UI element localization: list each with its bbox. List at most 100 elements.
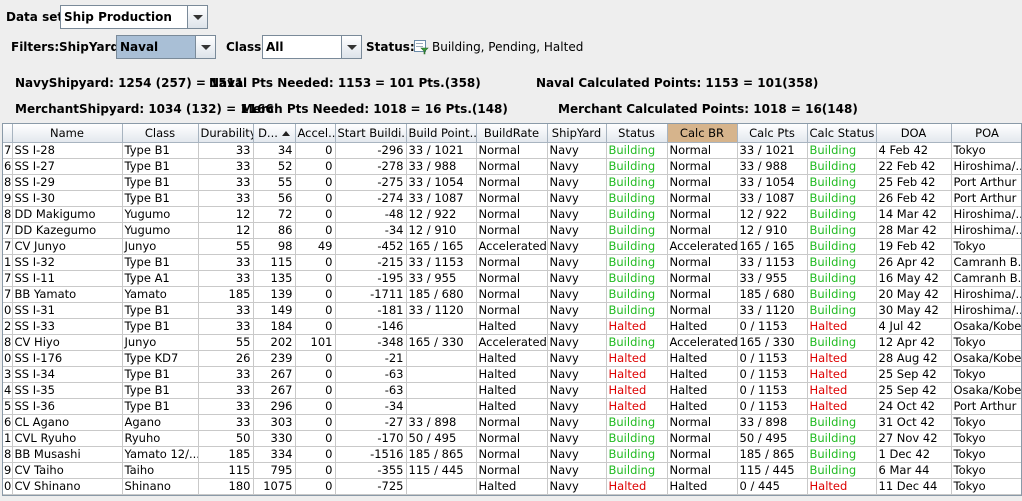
cell-class: Type KD7 (122, 350, 199, 367)
cell-class: Type B1 (122, 142, 199, 159)
column-header-status[interactable]: Status (606, 124, 668, 143)
cell-class: Yamato 12/... (122, 446, 199, 463)
cell-calc-br: Normal (667, 142, 738, 159)
cell-calc-pts: 33 / 1087 (737, 190, 808, 207)
column-header-start-building[interactable]: Start Buildi... (335, 124, 407, 143)
cell-durability: 33 (198, 158, 254, 175)
column-header-days[interactable]: D... (253, 124, 296, 143)
cell-build-points: 115 / 445 (406, 462, 477, 479)
cell-accel: 0 (295, 286, 336, 303)
cell-calc-br: Halted (667, 398, 738, 415)
cell-calc-status: Building (807, 238, 877, 255)
cell-doa: 1 Dec 42 (876, 446, 952, 463)
class-combo[interactable]: All (262, 35, 362, 59)
column-header-build-rate[interactable]: BuildRate (476, 124, 548, 143)
chevron-down-icon[interactable] (187, 6, 207, 28)
column-header-label: DOA (900, 125, 927, 140)
cell-build-rate: Normal (476, 158, 548, 175)
cell-poa: Port Arthur (951, 190, 1021, 207)
cell-name: SS I-32 (12, 254, 123, 271)
column-header-shipyard[interactable]: ShipYard (547, 124, 607, 143)
cell-name: CVL Ryuho (12, 430, 123, 447)
column-header-accel[interactable]: Accel... (295, 124, 336, 143)
status-value[interactable]: Building, Pending, Halted (432, 40, 583, 54)
column-header-calc-pts[interactable]: Calc Pts (737, 124, 808, 143)
cell-durability: 33 (198, 254, 254, 271)
cell-start-building: -195 (335, 270, 407, 287)
table-row[interactable]: 0 SS I-176 Type KD7 26 239 0 -21 Halted Navy Halt… (3, 350, 1021, 367)
cell-build-points: 33 / 1054 (406, 174, 477, 191)
column-header-durability[interactable]: Durability (198, 124, 254, 143)
cell-status: Building (606, 174, 668, 191)
naval-pts-needed-label: Naval Pts Needed: 1153 (209, 76, 372, 90)
cell-build-rate: Normal (476, 286, 548, 303)
column-header-name[interactable]: Name (12, 124, 123, 143)
cell-calc-status: Building (807, 222, 877, 239)
cell-accel: 0 (295, 318, 336, 335)
column-header-calc-status[interactable]: Calc Status (807, 124, 877, 143)
dataset-combo[interactable]: Ship Production (60, 5, 208, 29)
chevron-down-icon[interactable] (195, 36, 215, 58)
table-row[interactable]: 1 CVL Ryuho Ryuho 50 330 0 -170 50 / 495 Normal N… (3, 430, 1021, 447)
table-row[interactable]: 7 BB Yamato Yamato 185 139 0 -1711 185 / 680 Nor… (3, 286, 1021, 303)
status-filter-icon[interactable] (413, 39, 429, 55)
ship-production-table[interactable]: Name Class Durability D... Accel... Start Bui… (2, 123, 1022, 496)
column-header-build-points[interactable]: Build Point... (406, 124, 477, 143)
cell-poa: Tokyo (951, 334, 1021, 351)
cell-status: Building (606, 158, 668, 175)
table-row[interactable]: 9 SS I-30 Type B1 33 56 0 -274 33 / 1087 Normal N… (3, 190, 1021, 207)
table-row[interactable]: 8 DD Makigumo Yugumo 12 72 0 -48 12 / 922 Normal… (3, 206, 1021, 223)
cell-build-rate: Halted (476, 382, 548, 399)
cell-calc-pts: 0 / 445 (737, 478, 808, 495)
cell-calc-br: Normal (667, 206, 738, 223)
cell-days: 303 (253, 414, 296, 431)
cell-build-points: 33 / 1120 (406, 302, 477, 319)
table-row[interactable]: 9 CV Taiho Taiho 115 795 0 -355 115 / 445 Normal… (3, 462, 1021, 479)
table-row[interactable]: 6 SS I-27 Type B1 33 52 0 -278 33 / 988 Normal Na… (3, 158, 1021, 175)
cell-build-rate: Halted (476, 318, 548, 335)
cell-build-rate: Normal (476, 414, 548, 431)
cell-calc-status: Building (807, 430, 877, 447)
table-row[interactable]: 7 SS I-11 Type A1 33 135 0 -195 33 / 955 Normal N… (3, 270, 1021, 287)
table-row[interactable]: 5 SS I-36 Type B1 33 296 0 -34 Halted Navy Halted… (3, 398, 1021, 415)
cell-calc-status: Building (807, 462, 877, 479)
cell-build-rate: Halted (476, 398, 548, 415)
table-row[interactable]: 1 SS I-32 Type B1 33 115 0 -215 33 / 1153 Normal… (3, 254, 1021, 271)
table-row[interactable]: 2 SS I-33 Type B1 33 184 0 -146 Halted Navy Halte… (3, 318, 1021, 335)
cell-class: Junyo (122, 238, 199, 255)
table-row[interactable]: 7 DD Kazegumo Yugumo 12 86 0 -34 12 / 910 Normal… (3, 222, 1021, 239)
cell-class: Taiho (122, 462, 199, 479)
column-header-doa[interactable]: DOA (876, 124, 952, 143)
table-row[interactable]: 8 BB Musashi Yamato 12/... 185 334 0 -1516 185 … (3, 446, 1021, 463)
table-row[interactable]: 4 SS I-35 Type B1 33 267 0 -63 Halted Navy Halted… (3, 382, 1021, 399)
table-row[interactable]: 7 CV Junyo Junyo 55 98 49 -452 165 / 165 Acceler… (3, 238, 1021, 255)
table-row[interactable]: 0 SS I-31 Type B1 33 149 0 -181 33 / 1120 Normal… (3, 302, 1021, 319)
cell-index: 5 (3, 398, 13, 415)
cell-index: 8 (3, 206, 13, 223)
column-header-label: Durability (200, 125, 253, 140)
table-row[interactable]: 8 SS I-29 Type B1 33 55 0 -275 33 / 1054 Normal N… (3, 174, 1021, 191)
table-row[interactable]: 3 SS I-34 Type B1 33 267 0 -63 Halted Navy Halted… (3, 366, 1021, 383)
table-row[interactable]: 6 CL Agano Agano 33 303 0 -27 33 / 898 Normal Nav… (3, 414, 1021, 431)
cell-accel: 101 (295, 334, 336, 351)
column-header-poa[interactable]: POA (951, 124, 1021, 143)
column-header-calc-br[interactable]: Calc BR (667, 124, 738, 143)
cell-accel: 0 (295, 350, 336, 367)
cell-shipyard: Navy (547, 366, 607, 383)
cell-doa: 24 Oct 42 (876, 398, 952, 415)
column-header-index[interactable] (3, 124, 13, 143)
cell-name: CV Shinano (12, 478, 123, 495)
column-header-class[interactable]: Class (122, 124, 199, 143)
cell-poa: Tokyo (951, 414, 1021, 431)
dataset-value: Ship Production (64, 10, 172, 24)
cell-durability: 33 (198, 270, 254, 287)
shipyard-combo[interactable]: Naval (116, 35, 216, 59)
cell-start-building: -63 (335, 366, 407, 383)
table-row[interactable]: 8 CV Hiyo Junyo 55 202 101 -348 165 / 330 Accele… (3, 334, 1021, 351)
cell-poa: Tokyo (951, 366, 1021, 383)
cell-start-building: -34 (335, 398, 407, 415)
table-row[interactable]: 7 SS I-28 Type B1 33 34 0 -296 33 / 1021 Normal N… (3, 142, 1021, 159)
chevron-down-icon[interactable] (341, 36, 361, 58)
cell-class: Agano (122, 414, 199, 431)
table-row[interactable]: 0 CV Shinano Shinano 180 1075 0 -725 Halted Navy… (3, 478, 1021, 495)
